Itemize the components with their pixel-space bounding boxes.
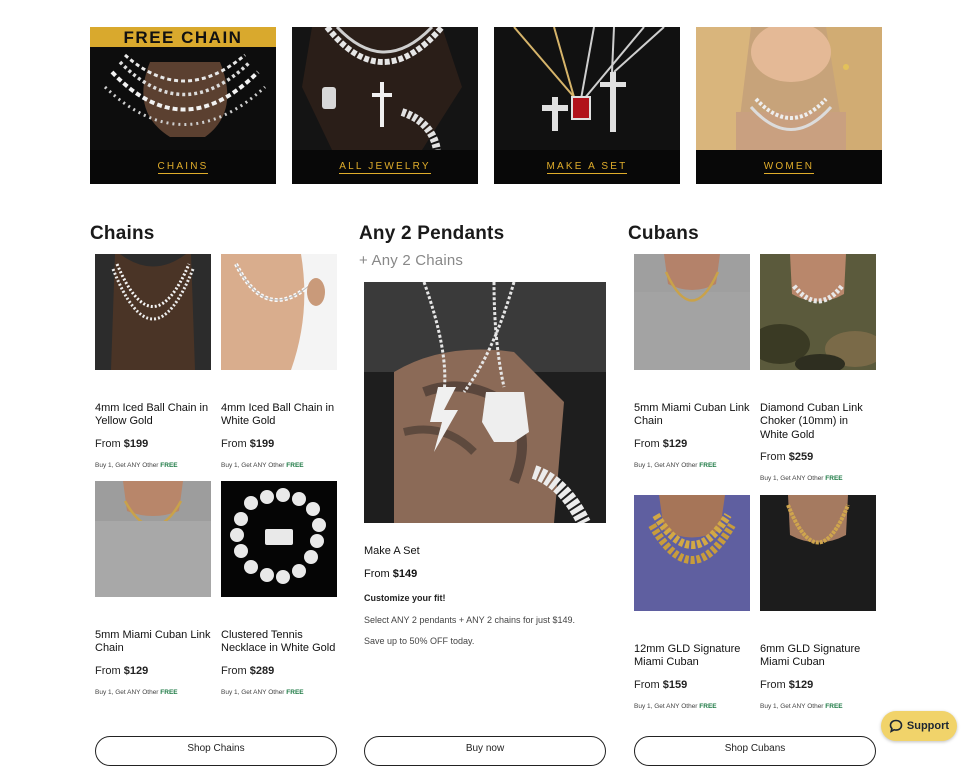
product-price: From $129 <box>95 664 149 677</box>
support-button[interactable]: Support <box>881 711 957 741</box>
product-name: 4mm Iced Ball Chain in White Gold <box>221 402 335 428</box>
product-card[interactable]: 6mm GLD Signature Miami Cuban From $129 … <box>760 495 876 710</box>
feature-savings: Save up to 50% OFF today. <box>364 636 475 646</box>
category-label-make-a-set: MAKE A SET <box>546 160 628 174</box>
product-price: From $259 <box>760 451 814 464</box>
shop-chains-button[interactable]: Shop Chains <box>95 736 337 766</box>
pendants-section-subtitle: + Any 2 Chains <box>359 252 464 269</box>
product-image <box>760 495 876 611</box>
product-image <box>95 481 211 597</box>
product-card[interactable]: 4mm Iced Ball Chain in White Gold From $… <box>221 254 337 469</box>
category-tile-all-jewelry[interactable]: ALL JEWELRY <box>292 27 478 184</box>
product-name: 12mm GLD Signature Miami Cuban <box>634 643 741 669</box>
product-name: 4mm Iced Ball Chain in Yellow Gold <box>95 402 209 428</box>
product-card[interactable]: Diamond Cuban Link Choker (10mm) in Whit… <box>750 254 885 483</box>
product-promo: Buy 1, Get ANY Other FREE <box>634 461 717 469</box>
product-image <box>95 254 211 370</box>
feature-name: Make A Set <box>364 545 420 557</box>
product-image <box>634 254 750 370</box>
product-promo: Buy 1, Get ANY Other FREE <box>221 688 304 696</box>
category-tile-women[interactable]: WOMEN <box>696 27 882 184</box>
feature-price: From $149 <box>364 568 418 580</box>
category-tile-chains[interactable]: FREE CHAIN CHAINS <box>90 27 276 184</box>
product-price: From $159 <box>634 678 688 691</box>
product-name: 5mm Miami Cuban Link Chain <box>95 629 211 655</box>
chains-section-title: Chains <box>90 223 155 244</box>
product-price: From $289 <box>221 664 275 677</box>
buy-now-button[interactable]: Buy now <box>364 736 606 766</box>
product-card[interactable]: 12mm GLD Signature Miami Cuban From $159… <box>634 495 750 710</box>
chat-bubble-icon <box>889 719 903 733</box>
product-name: 6mm GLD Signature Miami Cuban <box>760 643 861 669</box>
product-promo: Buy 1, Get ANY Other FREE <box>95 461 178 469</box>
category-label-all-jewelry: ALL JEWELRY <box>339 160 431 174</box>
category-tile-make-a-set[interactable]: MAKE A SET <box>494 27 680 184</box>
women-category-image <box>696 27 882 150</box>
product-card[interactable]: 5mm Miami Cuban Link Chain From $129 Buy… <box>634 254 750 469</box>
product-price: From $129 <box>634 437 688 450</box>
make-a-set-category-image <box>494 27 680 150</box>
product-image <box>221 481 337 597</box>
feature-description: Select ANY 2 pendants + ANY 2 chains for… <box>364 615 576 625</box>
product-promo: Buy 1, Get ANY Other FREE <box>760 475 843 483</box>
product-name: Diamond Cuban Link Choker (10mm) in Whit… <box>760 402 863 441</box>
product-image <box>634 495 750 611</box>
pendant-set-feature-image[interactable] <box>364 282 606 523</box>
product-price: From $129 <box>760 678 814 691</box>
product-name: 5mm Miami Cuban Link Chain <box>634 402 750 428</box>
product-image <box>221 254 337 370</box>
product-price: From $199 <box>95 437 149 450</box>
support-label: Support <box>906 720 950 732</box>
all-jewelry-category-image <box>292 27 478 150</box>
product-price: From $199 <box>221 437 275 450</box>
product-name: Clustered Tennis Necklace in White Gold <box>221 629 336 655</box>
product-promo: Buy 1, Get ANY Other FREE <box>95 688 178 696</box>
product-card[interactable]: 4mm Iced Ball Chain in Yellow Gold From … <box>95 254 211 469</box>
free-chain-banner: FREE CHAIN <box>90 27 276 47</box>
category-label-chains: CHAINS <box>157 160 209 174</box>
feature-tagline: Customize your fit! <box>364 593 446 603</box>
product-card[interactable]: 5mm Miami Cuban Link Chain From $129 Buy… <box>95 481 211 696</box>
pendants-section-title: Any 2 Pendants <box>359 223 505 244</box>
product-card[interactable]: Clustered Tennis Necklace in White Gold … <box>221 481 337 696</box>
cubans-section-title: Cubans <box>628 223 699 244</box>
shop-cubans-button[interactable]: Shop Cubans <box>634 736 876 766</box>
category-label-women: WOMEN <box>763 160 815 174</box>
product-image <box>750 254 885 374</box>
product-promo: Buy 1, Get ANY Other FREE <box>634 702 717 710</box>
product-promo: Buy 1, Get ANY Other FREE <box>760 702 843 710</box>
product-promo: Buy 1, Get ANY Other FREE <box>221 461 304 469</box>
